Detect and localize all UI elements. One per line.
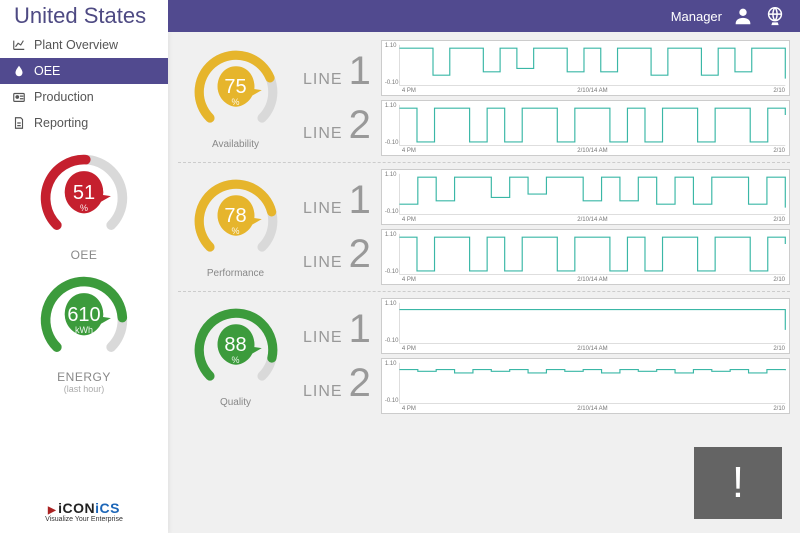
nav-label: Production bbox=[34, 90, 94, 104]
line-label-1: LINE1 bbox=[303, 182, 371, 218]
trend-chart-performance-line1[interactable]: 1.10 -0.10 4 PM 2/10/14 AM 2/10 bbox=[381, 169, 790, 225]
nav-label: OEE bbox=[34, 64, 60, 78]
line-label-2: LINE2 bbox=[303, 107, 371, 143]
main-content: 75%Availability LINE1 LINE2 1.10 -0.10 4 P… bbox=[168, 32, 800, 533]
avatar-icon[interactable] bbox=[732, 5, 754, 27]
trend-chart-performance-line2[interactable]: 1.10 -0.10 4 PM 2/10/14 AM 2/10 bbox=[381, 229, 790, 285]
trend-chart-availability-line1[interactable]: 1.10 -0.10 4 PM 2/10/14 AM 2/10 bbox=[381, 40, 790, 96]
gauge-label: Quality bbox=[220, 397, 251, 408]
doc-icon bbox=[12, 116, 26, 130]
nav-item-production[interactable]: Production bbox=[0, 84, 168, 110]
gauge-oee-label: OEE bbox=[71, 248, 98, 262]
alert-icon: ! bbox=[732, 458, 744, 508]
gauge-energy-label: ENERGY bbox=[57, 370, 111, 384]
trend-chart-quality-line2[interactable]: 1.10 -0.10 4 PM 2/10/14 AM 2/10 bbox=[381, 358, 790, 414]
gauge-oee[interactable]: 51% OEE bbox=[36, 150, 132, 262]
nav-item-reporting[interactable]: Reporting bbox=[0, 110, 168, 136]
line-label-1: LINE1 bbox=[303, 53, 371, 89]
line-label-2: LINE2 bbox=[303, 236, 371, 272]
badge-icon bbox=[12, 90, 26, 104]
nav-list: Plant Overview OEE Production bbox=[0, 32, 168, 136]
globe-icon[interactable] bbox=[764, 5, 786, 27]
gauge-label: Availability bbox=[212, 139, 259, 150]
app-header: United States Manager bbox=[0, 0, 800, 32]
trend-chart-availability-line2[interactable]: 1.10 -0.10 4 PM 2/10/14 AM 2/10 bbox=[381, 100, 790, 156]
metric-row-quality: 88%Quality LINE1 LINE2 1.10 -0.10 4 PM 2/1… bbox=[178, 298, 790, 420]
nav-label: Reporting bbox=[34, 116, 88, 130]
sidebar: Plant Overview OEE Production bbox=[0, 32, 168, 533]
gauge-performance[interactable]: 78% bbox=[190, 175, 282, 267]
user-role: Manager bbox=[671, 9, 722, 24]
drop-icon bbox=[12, 64, 26, 78]
metric-row-performance: 78%Performance LINE1 LINE2 1.10 -0.10 4 PM… bbox=[178, 169, 790, 292]
alert-panel[interactable]: ! bbox=[694, 447, 782, 519]
nav-item-plant-overview[interactable]: Plant Overview bbox=[0, 32, 168, 58]
metric-row-availability: 75%Availability LINE1 LINE2 1.10 -0.10 4 P… bbox=[178, 40, 790, 163]
gauge-energy-sublabel: (last hour) bbox=[64, 384, 105, 394]
nav-item-oee[interactable]: OEE bbox=[0, 58, 168, 84]
chart-icon bbox=[12, 38, 26, 52]
gauge-quality[interactable]: 88% bbox=[190, 304, 282, 396]
nav-label: Plant Overview bbox=[34, 38, 118, 52]
line-label-2: LINE2 bbox=[303, 365, 371, 401]
brand-logo: ▶iCONiCS Visualize Your Enterprise bbox=[0, 494, 168, 533]
gauge-label: Performance bbox=[207, 268, 264, 279]
line-label-1: LINE1 bbox=[303, 311, 371, 347]
gauge-availability[interactable]: 75% bbox=[190, 46, 282, 138]
page-title: United States bbox=[0, 0, 168, 32]
gauge-energy[interactable]: 610kWh ENERGY (last hour) bbox=[36, 272, 132, 394]
trend-chart-quality-line1[interactable]: 1.10 -0.10 4 PM 2/10/14 AM 2/10 bbox=[381, 298, 790, 354]
